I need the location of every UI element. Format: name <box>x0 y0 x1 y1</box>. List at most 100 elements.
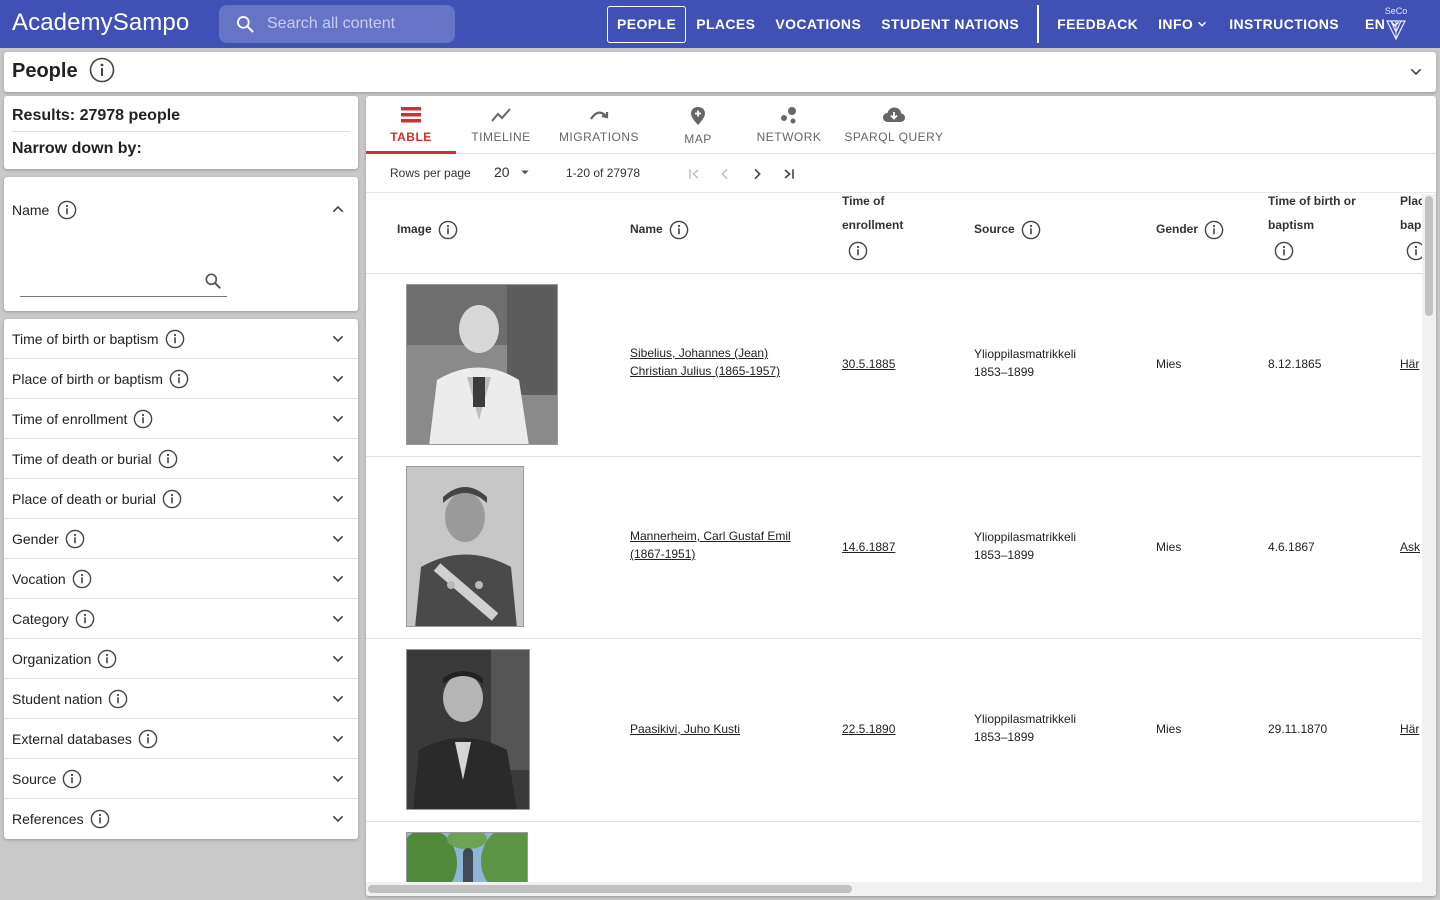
column-header-source[interactable]: Source <box>974 217 1041 241</box>
facet-name-header[interactable]: Name <box>12 200 77 220</box>
facet-organization[interactable]: Organization <box>4 639 358 679</box>
chevron-down-icon[interactable] <box>330 531 346 547</box>
person-photo[interactable] <box>406 284 558 445</box>
expand-icon[interactable] <box>1408 64 1424 80</box>
chevron-down-icon[interactable] <box>330 491 346 507</box>
column-header-image[interactable]: Image <box>397 217 458 241</box>
info-icon[interactable] <box>57 200 77 220</box>
enrollment-date-link[interactable]: 30.5.1885 <box>842 355 895 373</box>
vertical-scrollbar[interactable] <box>1422 194 1436 896</box>
info-icon[interactable] <box>133 409 153 429</box>
info-icon[interactable] <box>65 529 85 549</box>
chevron-down-icon[interactable] <box>330 451 346 467</box>
tab-sparql-query[interactable]: SPARQL QUERY <box>834 96 954 154</box>
facet-student-nation[interactable]: Student nation <box>4 679 358 719</box>
column-header-gender[interactable]: Gender <box>1156 217 1224 241</box>
rows-per-page-select[interactable]: 20 <box>494 163 534 181</box>
nav-info[interactable]: INFO <box>1148 6 1219 43</box>
info-icon[interactable] <box>165 329 185 349</box>
info-icon[interactable] <box>848 241 868 261</box>
person-photo[interactable] <box>406 649 530 810</box>
info-icon[interactable] <box>1204 220 1224 240</box>
chevron-down-icon[interactable] <box>330 771 346 787</box>
nav-people[interactable]: PEOPLE <box>607 5 687 43</box>
facet-enrollment-time[interactable]: Time of enrollment <box>4 399 358 439</box>
info-icon[interactable] <box>162 489 182 509</box>
chevron-down-icon[interactable] <box>330 691 346 707</box>
scrollbar-thumb[interactable] <box>1425 196 1433 316</box>
enrollment-date-link[interactable]: 22.5.1890 <box>842 720 895 738</box>
tab-table[interactable]: TABLE <box>366 96 456 154</box>
chevron-up-icon[interactable] <box>330 201 346 217</box>
facet-vocation[interactable]: Vocation <box>4 559 358 599</box>
tab-migrations[interactable]: MIGRATIONS <box>546 96 652 154</box>
birth-place-link[interactable]: Här <box>1400 355 1422 373</box>
info-icon[interactable] <box>169 369 189 389</box>
person-name-link[interactable]: Sibelius, Johannes (Jean) Christian Juli… <box>630 344 780 380</box>
facet-category[interactable]: Category <box>4 599 358 639</box>
scrollbar-thumb[interactable] <box>368 885 852 893</box>
seco-logo[interactable]: SeCo <box>1378 6 1414 42</box>
search-input[interactable] <box>267 15 447 33</box>
facet-source[interactable]: Source <box>4 759 358 799</box>
enrollment-date-link[interactable]: 14.6.1887 <box>842 538 895 556</box>
last-page-button[interactable] <box>777 162 801 186</box>
nav-feedback[interactable]: FEEDBACK <box>1047 6 1148 43</box>
chevron-down-icon[interactable] <box>330 731 346 747</box>
person-photo[interactable] <box>406 466 524 627</box>
info-icon[interactable] <box>138 729 158 749</box>
info-icon[interactable] <box>1021 220 1041 240</box>
first-page-button[interactable] <box>682 162 706 186</box>
nav-vocations[interactable]: VOCATIONS <box>765 6 871 43</box>
birth-place-link[interactable]: Ask <box>1400 538 1422 556</box>
facet-death-time[interactable]: Time of death or burial <box>4 439 358 479</box>
facet-gender[interactable]: Gender <box>4 519 358 559</box>
birth-place-link[interactable]: Här <box>1400 720 1422 738</box>
global-search[interactable] <box>219 5 455 43</box>
chevron-down-icon[interactable] <box>330 331 346 347</box>
nav-places[interactable]: PLACES <box>686 6 765 43</box>
info-icon[interactable] <box>669 220 689 240</box>
info-icon[interactable] <box>1406 241 1422 261</box>
info-icon[interactable] <box>97 649 117 669</box>
chevron-down-icon[interactable] <box>330 611 346 627</box>
info-icon[interactable] <box>72 569 92 589</box>
facet-references[interactable]: References <box>4 799 358 839</box>
info-icon[interactable] <box>108 689 128 709</box>
previous-page-button[interactable] <box>713 162 737 186</box>
person-name-link[interactable]: Mannerheim, Carl Gustaf Emil (1867-1951) <box>630 527 791 563</box>
chevron-down-icon[interactable] <box>330 371 346 387</box>
column-header-enrollment[interactable]: Time of enrollment <box>842 189 903 261</box>
chevron-down-icon[interactable] <box>330 571 346 587</box>
tab-network[interactable]: NETWORK <box>744 96 834 154</box>
facet-external-databases[interactable]: External databases <box>4 719 358 759</box>
info-icon[interactable] <box>1274 241 1294 261</box>
search-icon[interactable] <box>203 271 223 291</box>
name-search-input[interactable] <box>20 265 190 295</box>
info-icon[interactable] <box>90 809 110 829</box>
nav-student-nations[interactable]: STUDENT NATIONS <box>871 6 1029 43</box>
facet-death-place[interactable]: Place of death or burial <box>4 479 358 519</box>
info-icon[interactable] <box>438 220 458 240</box>
horizontal-scrollbar[interactable] <box>366 882 1422 896</box>
column-header-name[interactable]: Name <box>630 217 689 241</box>
facet-birth-time[interactable]: Time of birth or baptism <box>4 319 358 359</box>
info-icon[interactable] <box>62 769 82 789</box>
next-page-button[interactable] <box>745 162 769 186</box>
facet-birth-place[interactable]: Place of birth or baptism <box>4 359 358 399</box>
chevron-down-icon[interactable] <box>330 411 346 427</box>
name-search-field[interactable] <box>20 265 227 297</box>
info-icon[interactable] <box>158 449 178 469</box>
column-label: Gender <box>1156 222 1199 236</box>
chevron-down-icon[interactable] <box>330 651 346 667</box>
info-icon[interactable] <box>75 609 95 629</box>
column-header-birth-place[interactable]: Plac bap <box>1400 189 1422 261</box>
person-name-link[interactable]: Paasikivi, Juho Kusti <box>630 720 740 738</box>
column-header-birth[interactable]: Time of birth or baptism <box>1268 189 1356 261</box>
tab-map[interactable]: MAP <box>652 96 744 154</box>
nav-instructions[interactable]: INSTRUCTIONS <box>1219 6 1349 43</box>
tab-timeline[interactable]: TIMELINE <box>456 96 546 154</box>
app-logo[interactable]: AcademySampo <box>12 9 189 37</box>
info-icon[interactable] <box>89 57 115 83</box>
chevron-down-icon[interactable] <box>330 811 346 827</box>
